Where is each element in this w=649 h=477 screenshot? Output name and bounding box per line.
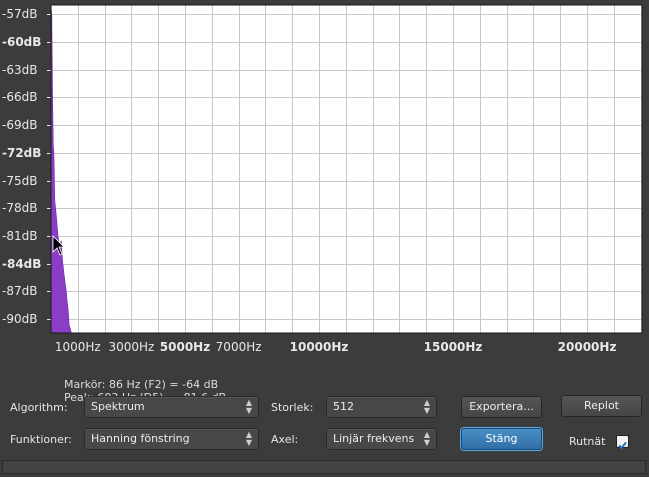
close-button[interactable]: Stäng xyxy=(461,428,542,450)
algorithm-label: Algorithm: xyxy=(10,401,68,414)
replot-button[interactable]: Replot xyxy=(561,395,642,417)
y-tick-label: -60dB xyxy=(2,34,42,49)
grid-label: Rutnät xyxy=(569,435,606,448)
y-tick-label: -81dB xyxy=(2,228,38,243)
updown-arrows-icon: ▲ ▼ xyxy=(245,430,253,447)
x-tick-label: 5000Hz xyxy=(159,340,211,354)
y-tick-label: -78dB xyxy=(2,200,38,215)
function-label: Funktioner: xyxy=(10,433,72,446)
y-tick-label: -69dB xyxy=(2,117,38,132)
x-tick-label: 7000Hz xyxy=(215,340,262,354)
status-bar xyxy=(2,460,646,474)
grid-checkbox[interactable] xyxy=(616,435,629,450)
y-tick-label: -57dB xyxy=(2,6,38,21)
y-tick-label: -84dB xyxy=(2,256,42,271)
check-icon xyxy=(618,441,627,450)
updown-arrows-icon: ▲ ▼ xyxy=(423,430,431,447)
updown-arrows-icon: ▲ ▼ xyxy=(245,398,253,415)
axis-label: Axel: xyxy=(271,433,299,446)
y-tick-label: -63dB xyxy=(2,62,38,77)
marker-readout: Markör: 86 Hz (F2) = -64 dB xyxy=(64,378,219,391)
function-select[interactable]: Hanning fönstring ▲ ▼ xyxy=(84,428,259,450)
y-tick-label: -75dB xyxy=(2,173,38,188)
function-value: Hanning fönstring xyxy=(91,432,190,445)
export-button[interactable]: Exportera... xyxy=(461,396,542,418)
axis-value: Linjär frekvens xyxy=(333,432,415,445)
y-tick-label: -72dB xyxy=(2,145,42,160)
x-tick-label: 10000Hz xyxy=(289,340,349,354)
algorithm-select[interactable]: Spektrum ▲ ▼ xyxy=(84,396,259,418)
x-tick-label: 20000Hz xyxy=(557,340,617,354)
y-tick-label: -66dB xyxy=(2,89,38,104)
spectrum-chart[interactable] xyxy=(0,0,649,335)
algorithm-value: Spektrum xyxy=(91,400,145,413)
x-tick-label: 3000Hz xyxy=(108,340,155,354)
y-tick-label: -90dB xyxy=(2,311,38,326)
size-value: 512 xyxy=(333,400,354,413)
spectrum-plot-area: -57dB -60dB -63dB -66dB -69dB -72dB -75dB -78dB… xyxy=(0,0,649,392)
size-label: Storlek: xyxy=(271,401,314,414)
x-tick-label: 15000Hz xyxy=(423,340,483,354)
x-tick-label: 1000Hz xyxy=(54,340,101,354)
axis-select[interactable]: Linjär frekvens ▲ ▼ xyxy=(326,428,437,450)
y-tick-label: -87dB xyxy=(2,283,38,298)
size-select[interactable]: 512 ▲ ▼ xyxy=(326,396,437,418)
updown-arrows-icon: ▲ ▼ xyxy=(423,398,431,415)
